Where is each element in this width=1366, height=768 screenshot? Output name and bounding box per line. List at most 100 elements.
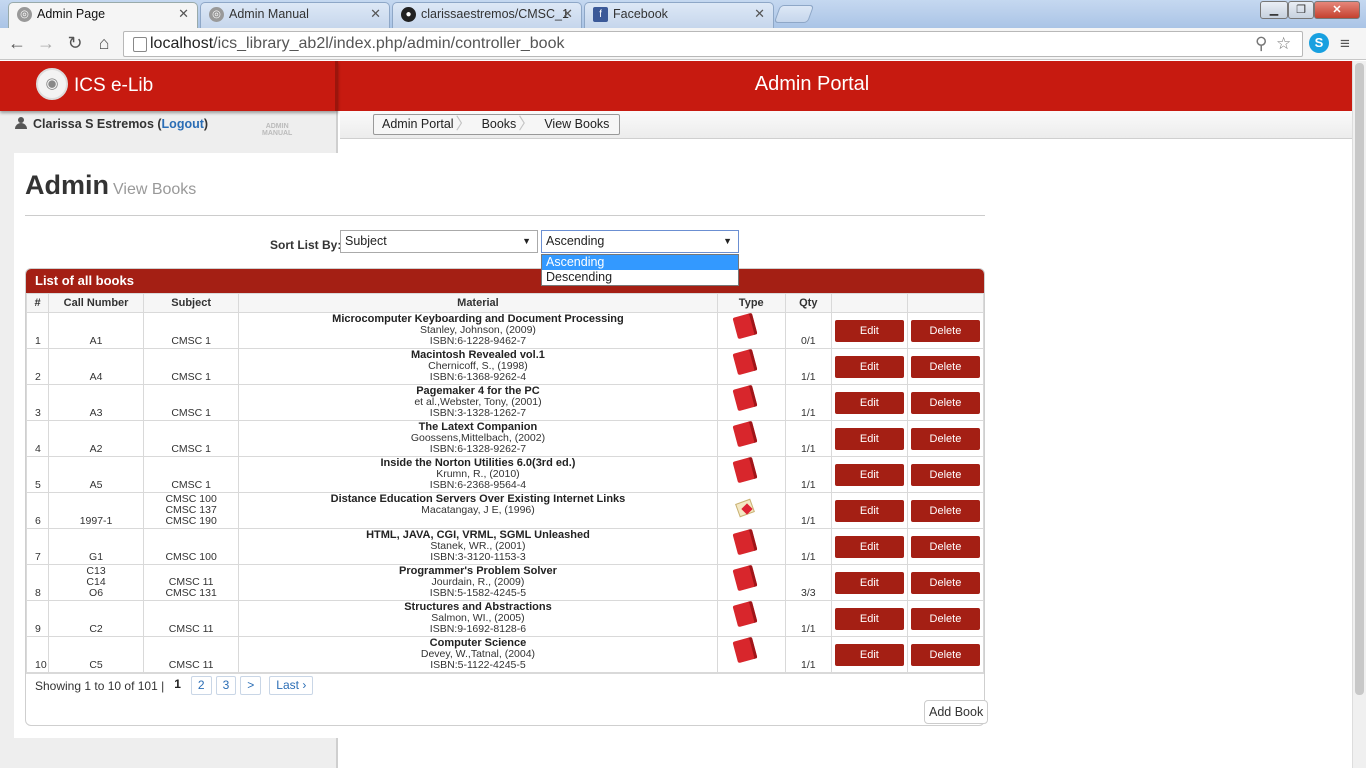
back-icon[interactable]: ← (5, 32, 29, 56)
material-isbn: ISBN:3-3120-1153-3 (430, 551, 526, 563)
paren: ) (203, 117, 209, 131)
close-tab-icon[interactable]: ✕ (178, 3, 189, 25)
option-descending[interactable]: Descending (542, 270, 738, 285)
subject-cell: CMSC 100 CMSC 137 CMSC 190 (143, 492, 240, 529)
tab-title: Facebook (613, 7, 668, 21)
address-bar[interactable]: localhost/ics_library_ab2l/index.php/adm… (123, 31, 1303, 57)
table-row: 10 C5 CMSC 11 Computer Science Devey, W.,Tat… (26, 636, 984, 673)
edit-button[interactable]: Edit (834, 319, 904, 342)
book-icon (732, 384, 758, 412)
new-tab-button[interactable] (773, 5, 815, 23)
forward-icon[interactable]: → (34, 32, 58, 56)
table-row: 8 C13 C14 O6 CMSC 11 CMSC 131 Programmer's Pro… (26, 564, 984, 601)
admin-manual-link[interactable]: ADMIN MANUAL (262, 123, 292, 137)
call-number: A2 (89, 443, 103, 455)
row-number: 1 (26, 312, 50, 349)
breadcrumb-admin-portal[interactable]: Admin Portal 〉 (374, 115, 474, 134)
call-number: A3 (89, 407, 103, 419)
page-2-link[interactable]: 2 (190, 676, 212, 695)
delete-button[interactable]: Delete (910, 535, 980, 558)
close-window-button[interactable]: ✕ (1314, 1, 1360, 19)
tab-admin-page[interactable]: ◎ Admin Page ✕ (8, 2, 198, 28)
delete-button[interactable]: Delete (910, 319, 980, 342)
delete-cell: Delete (906, 456, 984, 493)
portal-title: Admin Portal (754, 73, 870, 95)
subject: CMSC 11 (168, 659, 214, 671)
delete-button[interactable]: Delete (910, 499, 980, 522)
vertical-scrollbar[interactable] (1352, 61, 1366, 768)
delete-cell: Delete (906, 600, 984, 637)
delete-button[interactable]: Delete (910, 643, 980, 666)
call-number-cell: A1 (48, 312, 145, 349)
delete-button[interactable]: Delete (910, 391, 980, 414)
breadcrumb-books[interactable]: Books 〉 (474, 115, 537, 134)
maximize-button[interactable]: ❐ (1288, 1, 1314, 19)
edit-button[interactable]: Edit (834, 355, 904, 378)
bookmark-star-icon[interactable]: ☆ (1276, 34, 1291, 54)
tab-facebook[interactable]: f Facebook ✕ (584, 2, 774, 28)
type-cell (716, 492, 786, 529)
edit-button[interactable]: Edit (834, 607, 904, 630)
edit-button[interactable]: Edit (834, 463, 904, 486)
add-book-button[interactable]: Add Book (924, 700, 989, 724)
edit-button[interactable]: Edit (834, 499, 904, 522)
next-page-link[interactable]: > (240, 676, 262, 695)
sort-order-select[interactable]: Ascending ▼ (541, 230, 739, 253)
delete-button[interactable]: Delete (910, 355, 980, 378)
menu-icon[interactable]: ≡ (1340, 34, 1350, 54)
edit-button[interactable]: Edit (834, 571, 904, 594)
books-panel: List of all books # Call Number Subject Mat… (25, 268, 985, 726)
page-icon (133, 37, 147, 52)
row-number: 5 (26, 456, 50, 493)
sort-field-select[interactable]: Subject ▼ (340, 230, 538, 253)
edit-button[interactable]: Edit (834, 391, 904, 414)
call-number-cell: G1 (48, 528, 145, 565)
option-ascending[interactable]: Ascending (542, 255, 738, 270)
call-number: C2 (89, 623, 103, 635)
paren: ( (153, 117, 162, 131)
edit-button[interactable]: Edit (834, 643, 904, 666)
last-page-link[interactable]: Last › (269, 676, 314, 695)
quantity: 1/1 (784, 528, 832, 565)
page-1-link[interactable]: 1 (168, 676, 187, 695)
subject-cell: CMSC 11 (143, 636, 240, 673)
table-row: 7 G1 CMSC 100 HTML, JAVA, CGI, VRML, SGML U… (26, 528, 984, 565)
edit-button[interactable]: Edit (834, 427, 904, 450)
page-3-link[interactable]: 3 (215, 676, 237, 695)
close-tab-icon[interactable]: ✕ (562, 3, 573, 25)
quantity: 0/1 (784, 312, 832, 349)
delete-cell: Delete (906, 528, 984, 565)
delete-button[interactable]: Delete (910, 463, 980, 486)
book-icon (732, 312, 758, 340)
call-number-cell: A2 (48, 420, 145, 457)
delete-button[interactable]: Delete (910, 427, 980, 450)
material-cell: Computer Science Devey, W.,Tatnal, (2004)… (238, 636, 718, 673)
logout-link[interactable]: Logout (162, 117, 204, 131)
row-number: 7 (26, 528, 50, 565)
subject: CMSC 190 (165, 515, 217, 527)
tab-admin-manual[interactable]: ◎ Admin Manual ✕ (200, 2, 390, 28)
browser-toolbar: ← → ↻ ⌂ localhost/ics_library_ab2l/index… (0, 28, 1366, 60)
home-icon[interactable]: ⌂ (92, 32, 116, 56)
close-tab-icon[interactable]: ✕ (370, 3, 381, 25)
breadcrumb-view-books[interactable]: View Books (536, 115, 619, 134)
brand-area[interactable]: ◉ ICS e-Lib (0, 61, 338, 111)
reload-icon[interactable]: ↻ (63, 32, 87, 56)
github-icon: ● (401, 7, 416, 22)
subject-cell: CMSC 11 (143, 600, 240, 637)
delete-button[interactable]: Delete (910, 571, 980, 594)
column-header: Type (716, 293, 786, 313)
edit-button[interactable]: Edit (834, 535, 904, 558)
skype-extension-icon[interactable]: S (1309, 33, 1329, 53)
scrollbar-thumb[interactable] (1355, 63, 1364, 695)
row-number: 3 (26, 384, 50, 421)
search-icon[interactable]: ⚲ (1255, 34, 1267, 54)
subject: CMSC 1 (171, 443, 211, 455)
tab-github[interactable]: ● clarissaestremos/CMSC_1 ✕ (392, 2, 582, 28)
quantity: 1/1 (784, 456, 832, 493)
delete-button[interactable]: Delete (910, 607, 980, 630)
minimize-button[interactable]: ▁ (1260, 1, 1288, 19)
close-tab-icon[interactable]: ✕ (754, 3, 765, 25)
subject: CMSC 1 (171, 335, 211, 347)
material-cell: Programmer's Problem Solver Jourdain, R.,… (238, 564, 718, 601)
